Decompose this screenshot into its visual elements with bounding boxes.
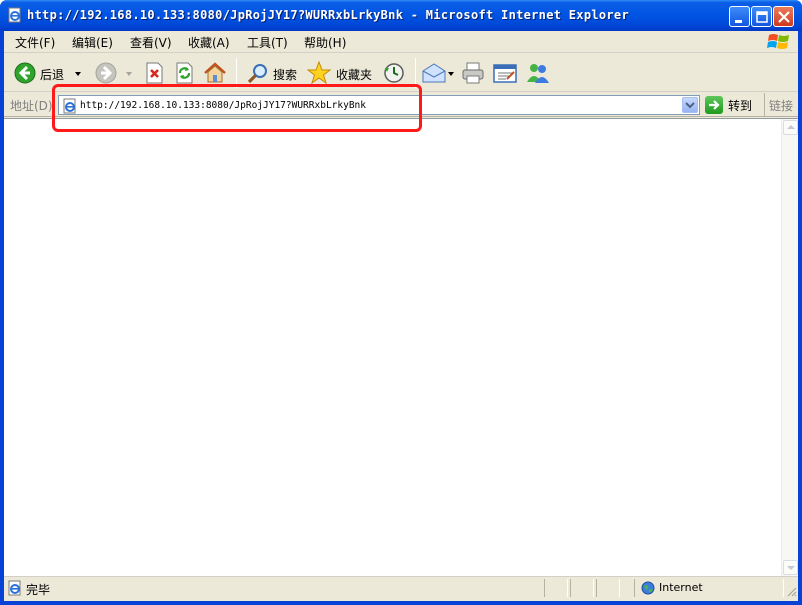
links-toolbar[interactable]: 链接 [764,93,793,117]
ie-page-icon [8,7,21,23]
history-button[interactable] [380,59,408,87]
messenger-button[interactable] [523,59,553,87]
status-pane [544,579,568,597]
close-button[interactable] [773,6,794,27]
forward-arrow-icon [95,62,117,84]
minimize-icon [735,20,742,23]
back-dropdown-icon[interactable] [75,72,81,76]
resize-grip-icon[interactable] [785,585,797,597]
back-arrow-icon [14,62,36,84]
window-title: http://192.168.10.133:8080/JpRojJY17?WUR… [27,8,629,22]
globe-icon [641,581,655,595]
home-icon [204,62,226,83]
menu-favorites[interactable]: 收藏(A) [186,34,232,51]
page-content[interactable] [4,118,798,576]
go-button[interactable]: 转到 [705,95,759,115]
forward-dropdown-icon [126,72,132,76]
search-label: 搜索 [273,68,298,82]
search-icon [247,64,267,84]
menu-file[interactable]: 文件(F) [13,34,57,51]
ie-page-icon [8,580,21,596]
back-button[interactable]: 后退 [10,59,72,87]
go-label: 转到 [728,99,753,113]
status-text: 完毕 [26,583,51,597]
title-bar[interactable]: http://192.168.10.133:8080/JpRojJY17?WUR… [0,0,802,31]
minimize-button[interactable] [729,6,750,27]
refresh-icon [176,62,193,84]
menu-view[interactable]: 查看(V) [128,34,174,51]
status-pane [570,579,594,597]
arrow-down-icon [787,566,795,570]
menu-edit[interactable]: 编辑(E) [70,34,115,51]
go-arrow-icon [705,96,723,114]
refresh-button[interactable] [171,59,197,87]
links-label: 链接 [769,99,794,113]
address-dropdown-button[interactable] [682,97,698,113]
mail-icon [422,63,446,83]
star-icon [307,61,331,85]
print-button[interactable] [459,59,487,87]
menu-help[interactable]: 帮助(H) [302,34,348,51]
history-icon [384,63,404,83]
arrow-up-icon [787,125,795,129]
stop-button[interactable] [141,59,167,87]
edit-icon [493,64,517,83]
favorites-label: 收藏夹 [336,68,373,82]
forward-button[interactable] [92,59,120,87]
menu-bar: 文件(F) 编辑(E) 查看(V) 收藏(A) 工具(T) 帮助(H) [4,31,798,53]
maximize-button[interactable] [751,6,772,27]
favorites-button[interactable]: 收藏夹 [305,59,375,87]
print-icon [462,62,484,84]
scroll-up-button[interactable] [783,120,798,135]
highlight-box [52,84,422,132]
scroll-down-button[interactable] [783,560,798,575]
menu-tools[interactable]: 工具(T) [245,34,290,51]
vertical-scrollbar[interactable] [781,119,798,576]
stop-icon [146,62,163,84]
home-button[interactable] [201,59,229,87]
mail-button[interactable] [421,59,455,87]
edit-button[interactable] [491,59,519,87]
chevron-down-icon [685,102,695,109]
zone-text: Internet [659,581,703,594]
status-pane [596,579,620,597]
messenger-icon [527,64,549,83]
windows-logo-icon [767,34,789,49]
search-button[interactable]: 搜索 [244,59,302,87]
zone-pane [634,579,784,597]
mail-dropdown-icon [448,72,454,76]
address-label: 地址(D) [10,99,53,113]
maximize-icon [756,11,768,23]
back-label: 后退 [40,68,65,82]
status-bar: 完毕 Internet [4,576,798,598]
close-icon [778,11,790,23]
